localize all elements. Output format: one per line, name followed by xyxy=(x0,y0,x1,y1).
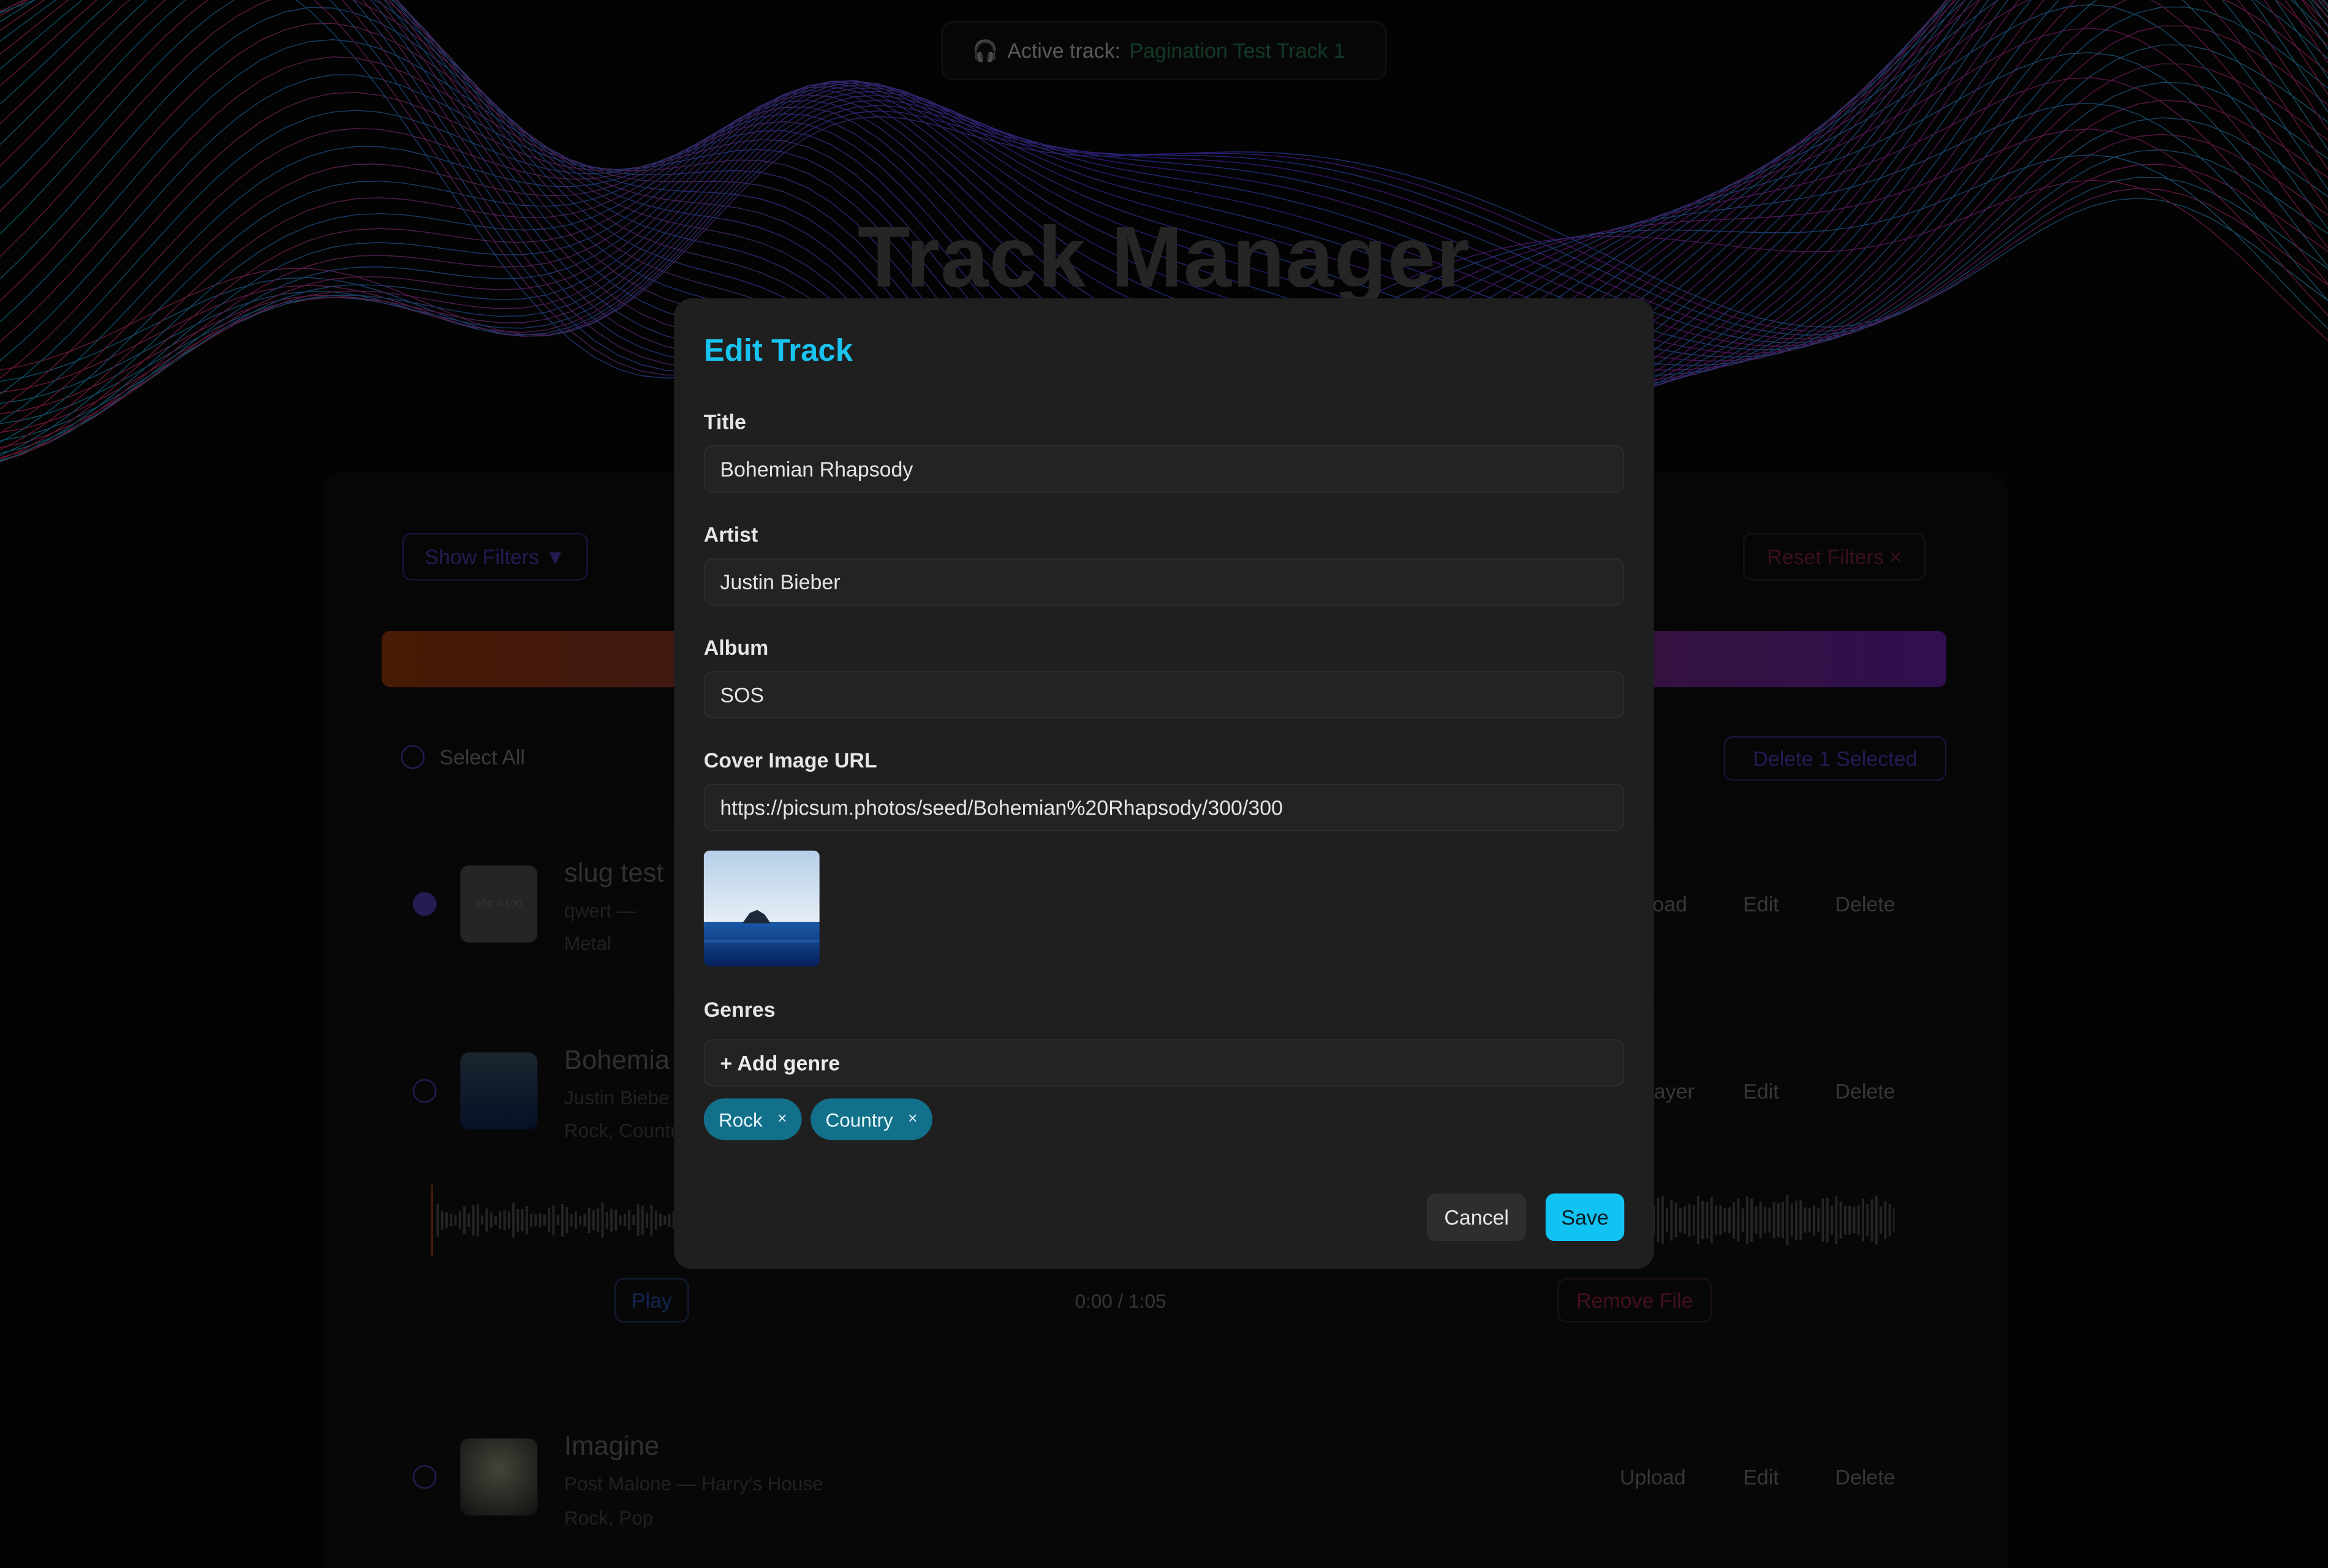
cover-preview-image xyxy=(703,850,820,967)
artist-input[interactable] xyxy=(703,558,1625,606)
edit-track-modal: Edit Track Title Artist Album Cover Imag… xyxy=(674,298,1654,1270)
genre-chip-label: Country xyxy=(825,1108,893,1131)
title-label: Title xyxy=(703,409,746,434)
modal-title: Edit Track xyxy=(703,334,853,369)
cancel-button[interactable]: Cancel xyxy=(1426,1193,1527,1242)
artist-label: Artist xyxy=(703,522,758,546)
album-label: Album xyxy=(703,635,769,660)
genre-chip: Rock × xyxy=(703,1098,802,1140)
remove-genre-icon[interactable]: × xyxy=(908,1110,918,1128)
genres-label: Genres xyxy=(703,997,776,1022)
cover-url-input[interactable] xyxy=(703,783,1625,832)
title-input[interactable] xyxy=(703,445,1625,493)
save-button[interactable]: Save xyxy=(1545,1193,1625,1242)
app-root: 🎧 Active track: Pagination Test Track 1 … xyxy=(0,0,2328,1568)
cover-url-label: Cover Image URL xyxy=(703,748,877,772)
remove-genre-icon[interactable]: × xyxy=(777,1110,787,1128)
album-input[interactable] xyxy=(703,671,1625,718)
genre-chip: Country × xyxy=(811,1098,932,1140)
add-genre-button[interactable]: + Add genre xyxy=(703,1039,1625,1087)
genre-chip-label: Rock xyxy=(718,1108,763,1131)
